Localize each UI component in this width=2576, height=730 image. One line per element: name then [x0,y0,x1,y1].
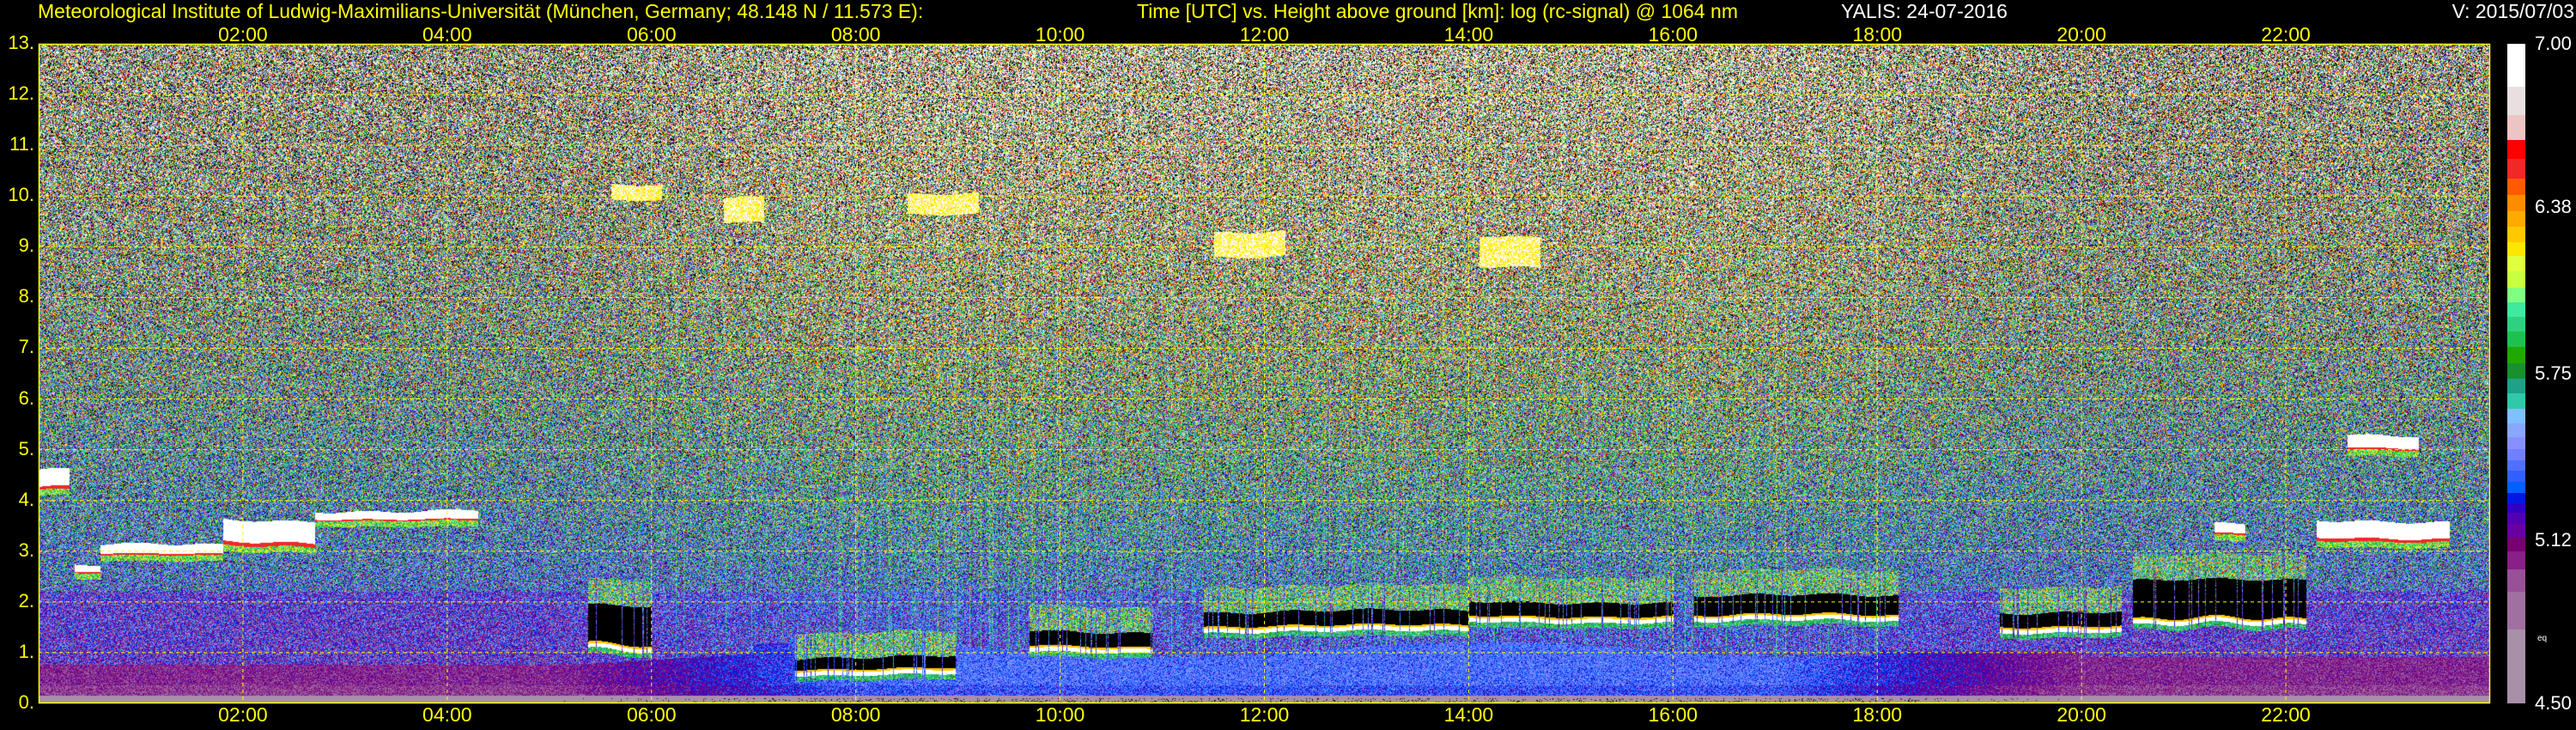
x-tick-label: 14:00 [1443,23,1494,46]
colorbar-swatch [2507,317,2525,332]
colorbar-swatch [2507,408,2525,423]
colorbar-eq-label: eq [2537,634,2548,643]
colorbar-swatch [2507,44,2525,87]
y-tick-label: 8. [18,285,34,307]
x-tick-label: 08:00 [830,23,881,46]
y-tick-label: 10. [8,184,34,206]
colorbar-swatch [2507,347,2525,363]
x-tick-label: 12:00 [1239,703,1290,726]
colorbar-swatch [2507,503,2525,514]
colorbar-swatch [2507,629,2525,704]
colorbar-swatch [2507,241,2525,257]
y-tick-label: 4. [18,488,34,510]
x-tick-label: 10:00 [1035,23,1085,46]
version-label: V: 2015/07/03 [2451,0,2574,22]
x-tick-label: 22:00 [2261,23,2311,46]
x-tick-label: 12:00 [1239,23,1290,46]
colorbar-swatch [2507,211,2525,228]
colorbar-swatch [2507,194,2525,212]
x-tick-label: 04:00 [422,23,472,46]
y-tick-label: 11. [9,133,34,155]
colorbar-tick-label: 6.38 [2535,196,2572,218]
colorbar-swatch [2507,256,2525,271]
colorbar-swatch [2507,459,2525,471]
x-tick-label: 02:00 [218,703,268,726]
station-date: YALIS: 24-07-2016 [1841,0,2008,22]
colorbar-swatch [2507,448,2525,460]
x-tick-label: 22:00 [2261,703,2311,726]
y-tick-label: 0. [18,691,34,713]
colorbar-swatch [2507,524,2525,538]
y-tick-label: 7. [18,336,34,358]
x-tick-label: 10:00 [1035,703,1085,726]
colorbar [2507,44,2525,704]
colorbar-tick-label: 5.12 [2535,528,2572,551]
colorbar-swatch [2507,481,2525,493]
x-tick-label: 18:00 [1852,23,1903,46]
colorbar-swatch [2507,470,2525,482]
x-tick-label: 18:00 [1852,703,1903,726]
colorbar-swatch [2507,271,2525,289]
colorbar-swatch [2507,139,2525,160]
colorbar-swatch [2507,288,2525,303]
x-tick-label: 20:00 [2057,23,2106,46]
colorbar-tick-label: 7.00 [2535,33,2572,54]
colorbar-swatch [2507,159,2525,179]
colorbar-tick-label: 4.50 [2535,692,2572,714]
y-tick-label: 1. [18,640,34,662]
colorbar-swatch [2507,115,2525,140]
colorbar-swatch [2507,423,2525,437]
x-tick-label: 14:00 [1443,703,1494,726]
x-tick-label: 16:00 [1648,23,1698,46]
x-tick-label: 04:00 [422,703,472,726]
x-tick-label: 20:00 [2057,703,2106,726]
y-tick-label: 2. [18,589,34,611]
colorbar-swatch [2507,378,2525,393]
y-tick-label: 12. [8,82,34,105]
colorbar-swatch [2507,86,2525,116]
x-tick-label: 06:00 [626,23,677,46]
plot-grid-overlay [38,43,2491,704]
y-tick-label: 3. [18,538,34,561]
plot-description: Time [UTC] vs. Height above ground [km]:… [1137,0,1738,22]
y-tick-label: 9. [18,234,34,257]
x-tick-label: 16:00 [1648,703,1698,726]
colorbar-swatch [2507,569,2525,592]
y-tick-label: 13. [8,32,34,53]
y-tick-label: 5. [18,437,34,459]
colorbar-swatch [2507,331,2525,348]
colorbar-swatch [2507,436,2525,449]
colorbar-swatch [2507,362,2525,379]
x-tick-label: 08:00 [830,703,881,726]
colorbar-swatch [2507,392,2525,409]
colorbar-swatch [2507,513,2525,525]
colorbar-swatch [2507,551,2525,569]
x-tick-label: 06:00 [626,703,677,726]
institute-title: Meteorological Institute of Ludwig-Maxim… [38,0,924,22]
x-tick-label: 02:00 [218,23,268,46]
colorbar-tick-label: 5.75 [2535,362,2572,384]
colorbar-swatch [2507,538,2525,551]
y-tick-label: 6. [18,386,34,409]
colorbar-swatch [2507,178,2525,195]
colorbar-swatch [2507,227,2525,242]
colorbar-swatch [2507,302,2525,318]
colorbar-swatch [2507,492,2525,504]
colorbar-swatch [2507,591,2525,630]
